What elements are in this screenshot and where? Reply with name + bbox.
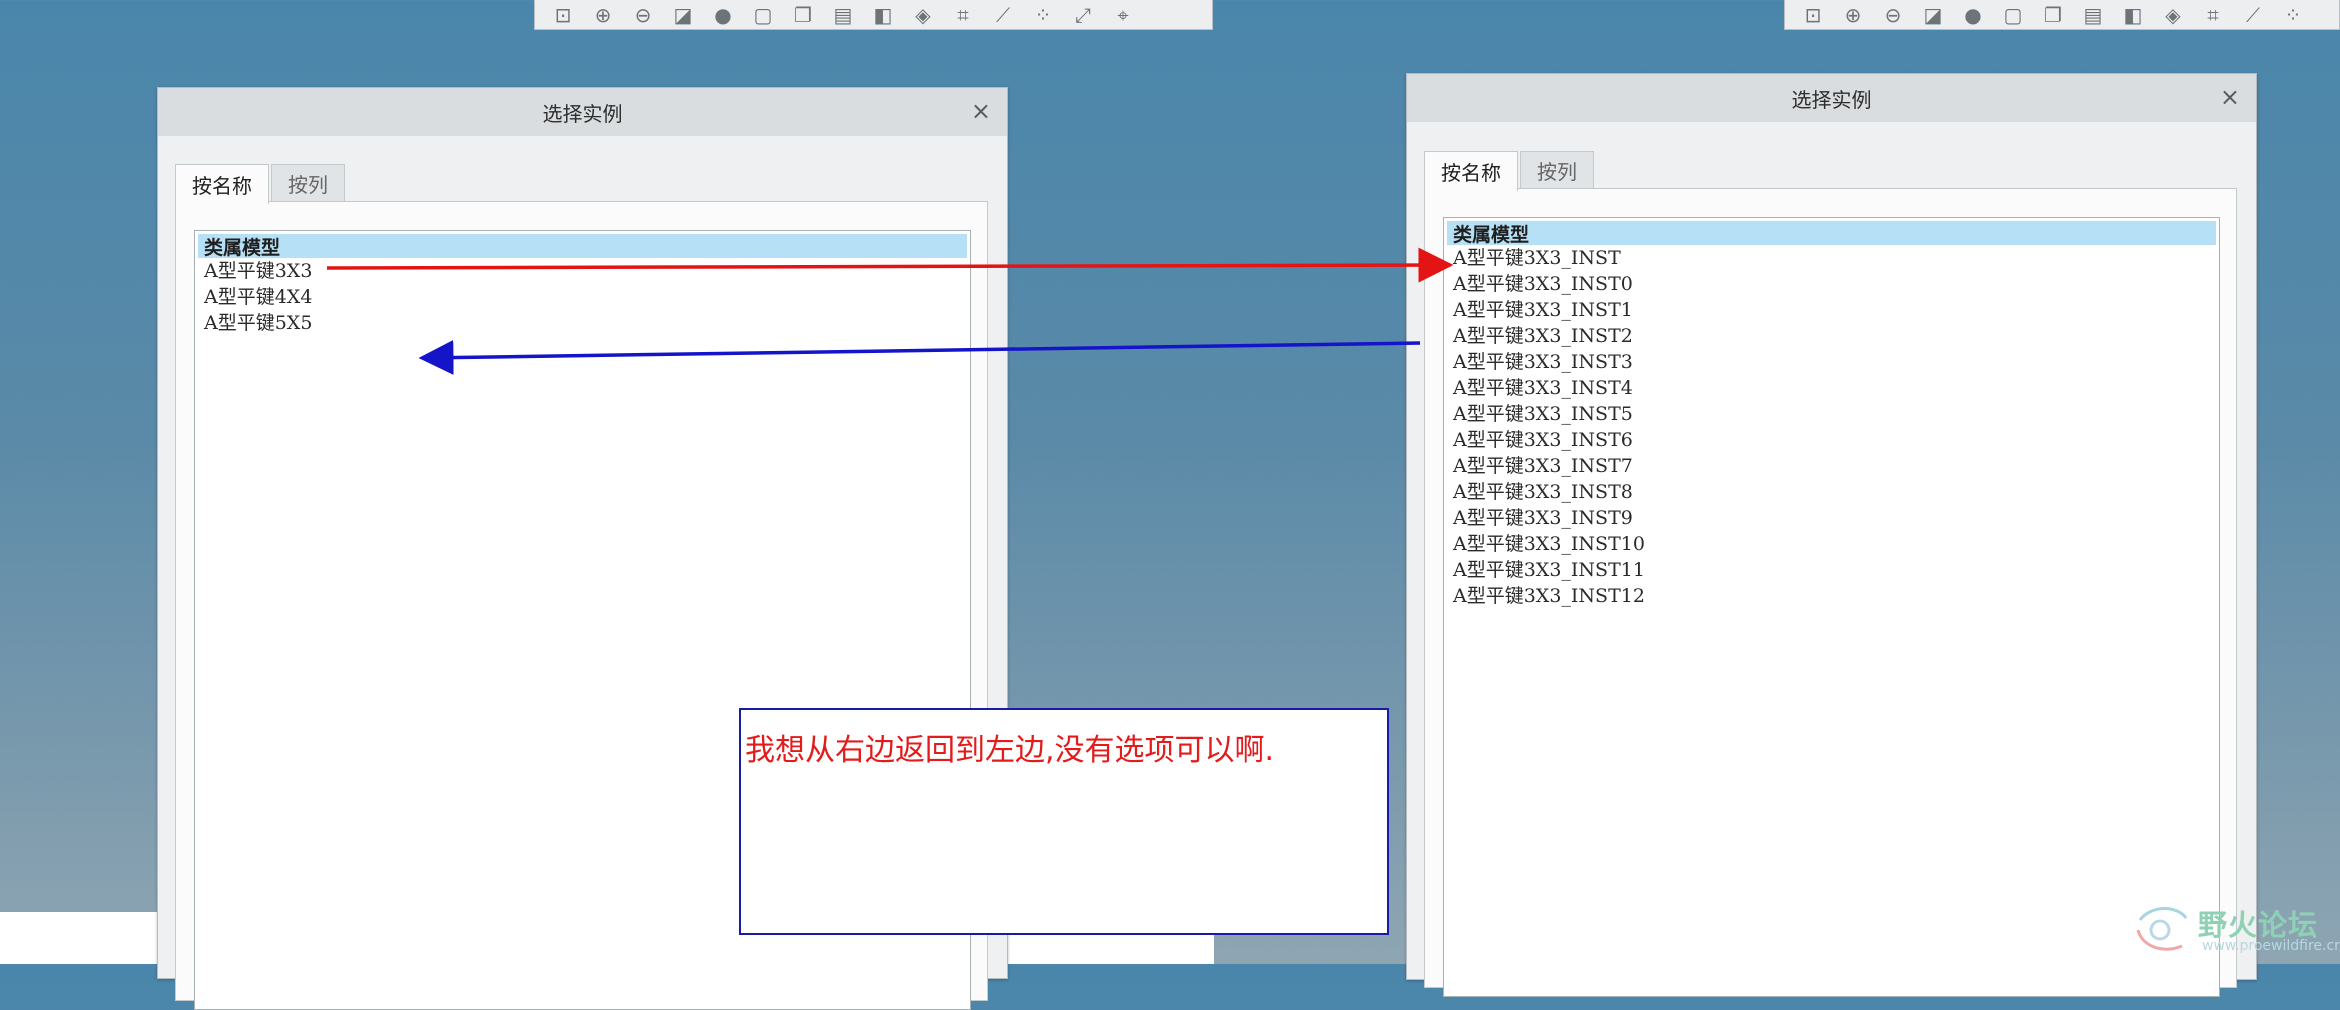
watermark-url: www.proewildfire.cn <box>2202 938 2340 954</box>
forum-watermark: 野火论坛 www.proewildfire.cn <box>2128 898 2340 964</box>
forum-logo-icon <box>2136 907 2188 951</box>
forward-arrow <box>326 247 1454 283</box>
annotation-arrows <box>326 247 1454 376</box>
tab-by-name[interactable]: 按名称 <box>175 164 269 204</box>
back-arrow <box>418 340 1421 376</box>
tab-by-name[interactable]: 按名称 <box>1424 151 1518 191</box>
